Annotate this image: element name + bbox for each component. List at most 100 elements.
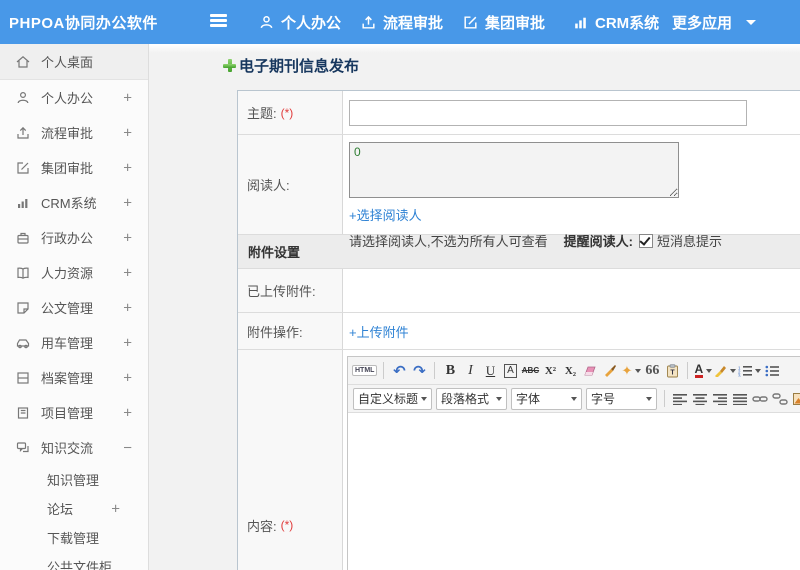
sidebar-item-vehicle-mgmt[interactable]: 用车管理 + xyxy=(0,325,148,360)
expand-toggle[interactable]: + xyxy=(123,229,132,246)
unlink-icon[interactable] xyxy=(771,389,789,409)
sidebar-subitem-knowledge-mgmt[interactable]: 知识管理 xyxy=(0,465,148,494)
sms-label: 短消息提示 xyxy=(656,234,722,249)
ordered-list-button[interactable]: 123 xyxy=(738,361,762,381)
sidebar-item-document-mgmt[interactable]: 公文管理 + xyxy=(0,290,148,325)
align-center-icon[interactable] xyxy=(691,389,709,409)
flow-share-icon xyxy=(15,125,32,141)
expand-toggle[interactable]: + xyxy=(123,334,132,351)
caret-down-icon xyxy=(746,19,757,25)
bar-chart-icon xyxy=(572,14,589,31)
topnav-more-apps[interactable]: 更多应用 xyxy=(672,0,757,44)
paragraph-format-select[interactable]: 段落格式 xyxy=(436,387,508,410)
sms-checkbox[interactable] xyxy=(638,233,653,248)
align-right-icon[interactable] xyxy=(711,389,729,409)
publish-form: 主题: (*) 阅读人: 0 +选择阅读人 请选择阅读人,不选为所有人可查看 提… xyxy=(237,90,800,570)
caret-down-icon xyxy=(755,368,762,373)
readers-label: 阅读人: xyxy=(238,135,343,234)
caret-down-icon xyxy=(706,368,713,373)
sidebar-item-personal-office[interactable]: 个人办公 + xyxy=(0,80,148,115)
edit-icon xyxy=(15,160,32,176)
html-source-button[interactable]: HTML xyxy=(352,361,378,381)
align-left-icon[interactable] xyxy=(671,389,689,409)
font-color-button[interactable]: A xyxy=(694,361,713,381)
topnav-flow-approval[interactable]: 流程审批 xyxy=(360,0,443,44)
expand-toggle[interactable]: + xyxy=(123,369,132,386)
expand-toggle[interactable]: + xyxy=(123,89,132,106)
sidebar-item-desktop[interactable]: 个人桌面 xyxy=(0,44,148,80)
sidebar-subitem-forum[interactable]: 论坛 + xyxy=(0,494,148,523)
uploaded-attachments-row: 已上传附件: xyxy=(238,269,800,313)
sidebar-subitem-public-cabinet[interactable]: 公共文件柜 xyxy=(0,552,148,570)
sidebar-item-project-mgmt[interactable]: 项目管理 + xyxy=(0,395,148,430)
image-icon[interactable] xyxy=(791,389,800,409)
top-bar: PHPOA协同办公软件 个人办公 流程审批 集团审批 CRM系统 更多应用 xyxy=(0,0,800,44)
redo-button[interactable]: ↷ xyxy=(410,361,428,381)
subject-input[interactable] xyxy=(349,99,747,126)
paste-icon[interactable]: T xyxy=(663,361,681,381)
heading-select[interactable]: 自定义标题 xyxy=(353,387,433,410)
strikethrough-button[interactable]: ABC xyxy=(521,361,539,381)
bar-chart-icon xyxy=(15,195,32,211)
hamburger-menu-icon[interactable] xyxy=(210,14,227,28)
sidebar: 个人桌面 个人办公 + 流程审批 + 集团审批 + CRM系统 + 行政办公 +… xyxy=(0,44,149,570)
rich-text-editor: HTML ↶ ↷ B I U A ABC X² X₂ ✦ 66 T A 1 2 … xyxy=(347,356,800,570)
readers-textarea[interactable]: 0 xyxy=(349,142,679,198)
italic-button[interactable]: I xyxy=(461,361,479,381)
align-justify-icon[interactable] xyxy=(731,389,749,409)
select-readers-link[interactable]: +选择阅读人 xyxy=(349,208,422,223)
topnav-group-approval[interactable]: 集团审批 xyxy=(462,0,545,44)
sidebar-item-knowledge-exchange[interactable]: 知识交流 − xyxy=(0,430,148,465)
magic-wand-button[interactable]: ✦ xyxy=(621,361,642,381)
expand-toggle[interactable]: + xyxy=(111,500,120,517)
topnav-crm-system[interactable]: CRM系统 xyxy=(572,0,659,44)
person-icon xyxy=(258,14,275,31)
subject-row: 主题: (*) xyxy=(238,91,800,135)
expand-toggle[interactable]: + xyxy=(123,264,132,281)
format-brush-icon[interactable] xyxy=(601,361,619,381)
document-icon xyxy=(15,300,32,316)
expand-toggle[interactable]: + xyxy=(123,194,132,211)
unordered-list-button[interactable] xyxy=(763,361,781,381)
link-icon[interactable] xyxy=(751,389,769,409)
sidebar-item-admin-office[interactable]: 行政办公 + xyxy=(0,220,148,255)
sidebar-item-group-approval[interactable]: 集团审批 + xyxy=(0,150,148,185)
font-size-select[interactable]: 字号 xyxy=(586,387,658,410)
sidebar-item-archive-mgmt[interactable]: 档案管理 + xyxy=(0,360,148,395)
editor-content-area[interactable] xyxy=(348,413,800,570)
svg-text:3: 3 xyxy=(738,373,741,377)
expand-toggle[interactable]: + xyxy=(123,404,132,421)
edit-icon xyxy=(462,14,479,31)
green-plus-icon xyxy=(223,59,236,72)
highlight-color-button[interactable] xyxy=(714,361,737,381)
readers-row: 阅读人: 0 +选择阅读人 请选择阅读人,不选为所有人可查看 提醒阅读人: 短消… xyxy=(238,135,800,249)
bold-button[interactable]: B xyxy=(441,361,459,381)
person-icon xyxy=(15,90,32,106)
collapse-toggle[interactable]: − xyxy=(123,439,132,456)
caret-down-icon xyxy=(571,396,578,401)
sidebar-item-crm[interactable]: CRM系统 + xyxy=(0,185,148,220)
car-icon xyxy=(15,335,32,351)
blockquote-button[interactable]: 66 xyxy=(643,361,661,381)
font-family-select[interactable]: 字体 xyxy=(511,387,583,410)
eraser-icon[interactable] xyxy=(581,361,599,381)
expand-toggle[interactable]: + xyxy=(123,159,132,176)
subscript-button[interactable]: X₂ xyxy=(561,361,579,381)
attachment-operations-row: 附件操作: +上传附件 xyxy=(238,313,800,350)
undo-button[interactable]: ↶ xyxy=(390,361,408,381)
superscript-button[interactable]: X² xyxy=(541,361,559,381)
sidebar-item-flow-approval[interactable]: 流程审批 + xyxy=(0,115,148,150)
expand-toggle[interactable]: + xyxy=(123,299,132,316)
underline-button[interactable]: U xyxy=(481,361,499,381)
app-logo: PHPOA协同办公软件 xyxy=(9,15,158,32)
home-icon xyxy=(15,54,32,70)
remove-format-button[interactable]: A xyxy=(501,361,519,381)
sidebar-subitem-download-mgmt[interactable]: 下载管理 xyxy=(0,523,148,552)
expand-toggle[interactable]: + xyxy=(123,124,132,141)
topnav-personal-office[interactable]: 个人办公 xyxy=(258,0,341,44)
upload-attachment-link[interactable]: +上传附件 xyxy=(349,322,409,341)
sidebar-item-hr[interactable]: 人力资源 + xyxy=(0,255,148,290)
chat-bubbles-icon xyxy=(15,440,32,456)
book-icon xyxy=(15,265,32,281)
caret-down-icon xyxy=(646,396,653,401)
